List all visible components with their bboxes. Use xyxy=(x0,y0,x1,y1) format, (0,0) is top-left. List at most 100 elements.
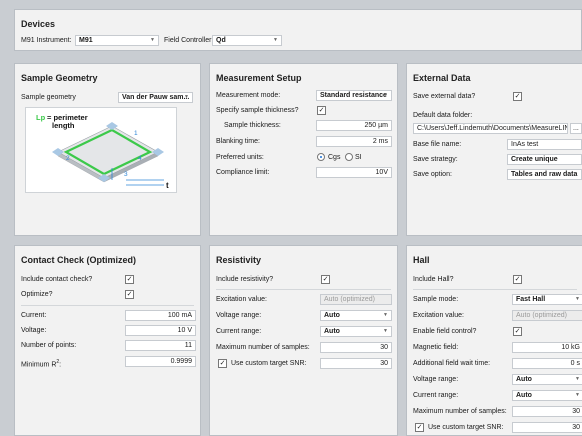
minimum-r2-input[interactable]: 0.9999 xyxy=(125,356,196,367)
instrument-select[interactable]: M91 ▼ xyxy=(75,35,159,46)
legend-symbol: Lp xyxy=(36,113,46,122)
include-hall-label: Include Hall? xyxy=(413,276,454,283)
save-strategy-label: Save strategy: xyxy=(413,156,458,163)
excitation-label: Excitation value: xyxy=(216,296,267,303)
units-cgs-label: Cgs xyxy=(328,154,341,161)
point-label-2: 2 xyxy=(66,155,70,162)
hall-custom-snr-input[interactable]: 30 xyxy=(512,422,582,433)
include-contact-checkbox[interactable]: ✓ xyxy=(125,275,134,284)
current-range-select[interactable]: Auto ▼ xyxy=(320,326,392,337)
minimum-r2-label: Minimum R2: xyxy=(21,357,61,370)
minimum-r2-colon: : xyxy=(59,361,62,369)
default-folder-input[interactable]: C:\Users\Jeff.Lindemuth\Documents\Measur… xyxy=(413,123,568,134)
preferred-units-label: Preferred units: xyxy=(216,154,264,161)
chevron-down-icon: ▼ xyxy=(575,296,580,302)
van-der-pauw-diagram: 1 2 3 4 t Lp = perimeter length xyxy=(36,113,169,190)
divider xyxy=(216,289,391,290)
base-file-label: Base file name: xyxy=(413,141,462,148)
hall-voltage-range-select[interactable]: Auto ▼ xyxy=(512,374,582,385)
hall-current-range-value: Auto xyxy=(516,392,532,399)
chevron-down-icon: ▼ xyxy=(575,392,580,398)
current-input[interactable]: 100 mA xyxy=(125,310,196,321)
magnetic-field-input[interactable]: 10 kG xyxy=(512,342,582,353)
field-wait-input[interactable]: 0 s xyxy=(512,358,582,369)
sample-thickness-input[interactable]: 250 µm xyxy=(316,120,392,131)
measurement-setup-panel: Measurement Setup Measurement mode: Stan… xyxy=(209,63,398,236)
custom-snr-checkbox[interactable]: ✓ xyxy=(218,359,227,368)
voltage-range-label: Voltage range: xyxy=(216,312,262,319)
browse-folder-button[interactable]: ... xyxy=(570,123,582,134)
include-resistivity-checkbox[interactable]: ✓ xyxy=(321,275,330,284)
voltage-input[interactable]: 10 V xyxy=(125,325,196,336)
max-samples-label: Maximum number of samples: xyxy=(216,344,310,351)
divider xyxy=(21,305,194,306)
chevron-down-icon: ▼ xyxy=(273,37,278,43)
field-control-label: Enable field control? xyxy=(413,328,477,335)
contact-check-title: Contact Check (Optimized) xyxy=(21,255,137,265)
sample-geometry-select[interactable]: Van der Pauw sam... ▼ xyxy=(118,92,193,103)
compliance-limit-input[interactable]: 10V xyxy=(316,167,392,178)
base-file-input[interactable]: InAs test xyxy=(507,139,582,150)
hall-current-range-label: Current range: xyxy=(413,392,459,399)
sample-geometry-title: Sample Geometry xyxy=(21,73,98,83)
max-samples-input[interactable]: 30 xyxy=(320,342,392,353)
external-data-panel: External Data Save external data? ✓ Defa… xyxy=(406,63,582,236)
voltage-label: Voltage: xyxy=(21,327,47,334)
hall-excitation-input[interactable]: Auto (optimized) xyxy=(512,310,582,321)
sample-mode-label: Sample mode: xyxy=(413,296,459,303)
chevron-down-icon: ▼ xyxy=(383,328,388,334)
controller-select[interactable]: Qd ▼ xyxy=(212,35,282,46)
hall-current-range-select[interactable]: Auto ▼ xyxy=(512,390,582,401)
excitation-input[interactable]: Auto (optimized) xyxy=(320,294,392,305)
hall-custom-snr-checkbox[interactable]: ✓ xyxy=(415,423,424,432)
units-si-label: SI xyxy=(355,154,362,161)
units-cgs-radio[interactable] xyxy=(317,153,325,161)
save-external-checkbox[interactable]: ✓ xyxy=(513,92,522,101)
hall-voltage-range-label: Voltage range: xyxy=(413,376,459,383)
sample-geometry-label: Sample geometry xyxy=(21,94,76,101)
sample-geometry-diagram: 1 2 3 4 t Lp = perimeter length xyxy=(25,107,177,193)
thickness-t-label: t xyxy=(166,181,169,190)
devices-title: Devices xyxy=(21,19,56,29)
current-range-label: Current range: xyxy=(216,328,262,335)
optimize-checkbox[interactable]: ✓ xyxy=(125,290,134,299)
point-label-3: 3 xyxy=(124,171,128,178)
divider xyxy=(413,289,577,290)
include-contact-label: Include contact check? xyxy=(21,276,93,283)
devices-panel: Devices M91 Instrument: M91 ▼ Field Cont… xyxy=(14,9,582,51)
default-folder-label: Default data folder: xyxy=(413,112,473,119)
save-strategy-select[interactable]: Create unique xyxy=(507,154,582,165)
save-external-label: Save external data? xyxy=(413,93,476,100)
sample-geometry-panel: Sample Geometry Sample geometry Van der … xyxy=(14,63,201,236)
current-label: Current: xyxy=(21,312,47,319)
contact-check-panel: Contact Check (Optimized) Include contac… xyxy=(14,245,201,436)
optimize-label: Optimize? xyxy=(21,291,53,298)
sample-mode-select[interactable]: Fast Hall ▼ xyxy=(512,294,582,305)
number-of-points-input[interactable]: 11 xyxy=(125,340,196,351)
field-control-checkbox[interactable]: ✓ xyxy=(513,327,522,336)
hall-max-samples-input[interactable]: 30 xyxy=(512,406,582,417)
instrument-value: M91 xyxy=(79,37,93,44)
include-resistivity-label: Include resistivity? xyxy=(216,276,274,283)
specify-thickness-label: Specify sample thickness? xyxy=(216,107,299,114)
magnetic-field-label: Magnetic field: xyxy=(413,344,459,351)
include-hall-checkbox[interactable]: ✓ xyxy=(513,275,522,284)
hall-title: Hall xyxy=(413,255,430,265)
voltage-range-select[interactable]: Auto ▼ xyxy=(320,310,392,321)
controller-value: Qd xyxy=(216,37,226,44)
resistivity-title: Resistivity xyxy=(216,255,262,265)
specify-thickness-checkbox[interactable]: ✓ xyxy=(317,106,326,115)
blanking-time-input[interactable]: 2 ms xyxy=(316,136,392,147)
measurement-mode-label: Measurement mode: xyxy=(216,92,281,99)
measurement-mode-select[interactable]: Standard resistance ▼ xyxy=(316,90,392,101)
chevron-down-icon: ▼ xyxy=(184,94,189,100)
hall-panel: Hall Include Hall? ✓ Sample mode: Fast H… xyxy=(406,245,582,436)
controller-label: Field Controller: xyxy=(164,37,214,44)
resistivity-panel: Resistivity Include resistivity? ✓ Excit… xyxy=(209,245,398,436)
custom-snr-input[interactable]: 30 xyxy=(320,358,392,369)
sample-thickness-label: Sample thickness: xyxy=(224,122,281,129)
sample-mode-value: Fast Hall xyxy=(516,296,546,303)
units-si-radio[interactable] xyxy=(345,153,353,161)
save-option-select[interactable]: Tables and raw data xyxy=(507,169,582,180)
chevron-down-icon: ▼ xyxy=(575,376,580,382)
